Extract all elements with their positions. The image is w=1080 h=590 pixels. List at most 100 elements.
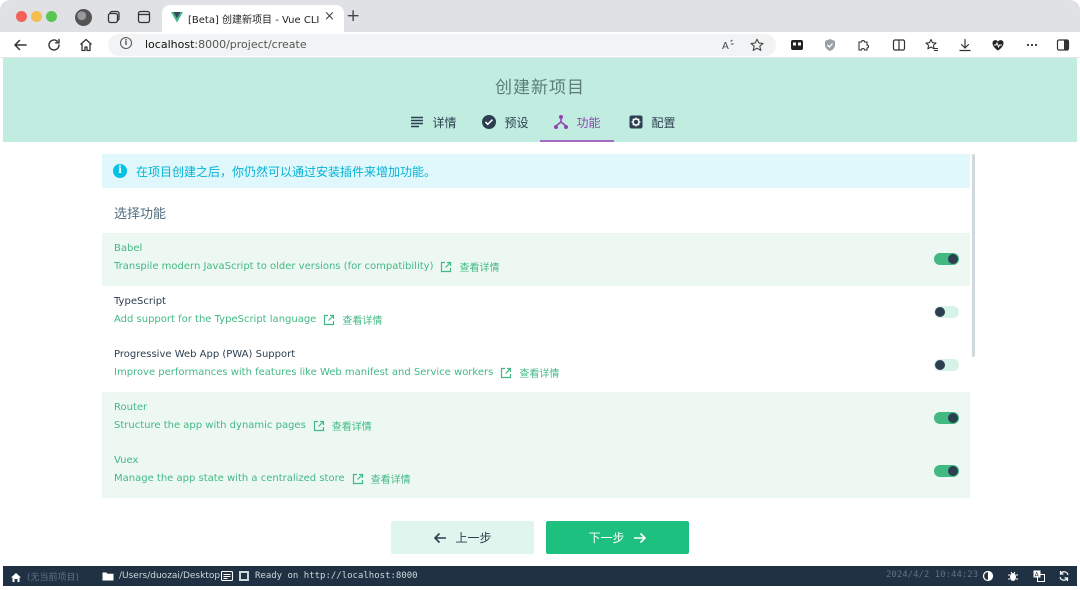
feature-toggle-router[interactable] [934,412,959,424]
previous-step-label: 上一步 [455,531,492,545]
status-folder[interactable]: /Users/duozai/Desktop [102,570,220,582]
extension-app-icon[interactable] [790,38,804,52]
feature-description: Add support for the TypeScript language … [114,312,382,327]
content-scrollbar[interactable] [972,154,975,357]
more-info-link[interactable]: 查看详情 [352,471,411,486]
tab-details-label: 详情 [432,116,457,130]
feature-description-text: Manage the app state with a centralized … [114,473,345,484]
feature-toggle-babel[interactable] [934,253,959,265]
next-step-button[interactable]: 下一步 [546,521,689,554]
tab-features-label: 功能 [576,116,601,130]
previous-step-button[interactable]: 上一步 [391,521,534,554]
more-info-link[interactable]: 查看详情 [323,312,382,327]
more-info-label: 查看详情 [370,475,411,486]
url-text[interactable]: localhost:8000/project/create [145,38,307,51]
feature-router[interactable]: Router Structure the app with dynamic pa… [102,392,970,445]
puzzle-extensions-icon[interactable] [856,38,870,52]
terminal-icon [221,570,233,582]
feature-name: TypeScript [114,296,166,307]
home-icon [11,572,21,582]
tab-config[interactable]: 配置 [624,114,680,142]
browser-tab[interactable]: [Beta] 创建新项目 - Vue CLI × [162,5,344,32]
feature-description-text: Add support for the TypeScript language [114,314,317,325]
dark-mode-icon[interactable] [982,570,994,582]
feature-description: Transpile modern JavaScript to older ver… [114,259,499,274]
more-info-label: 查看详情 [331,422,372,433]
feature-toggle-pwa[interactable] [934,359,959,371]
project-create-header: 创建新项目 详情 预设 功能 配置 [3,58,1077,142]
folder-icon [102,572,114,581]
gear-icon [629,115,643,129]
feature-name: Progressive Web App (PWA) Support [114,349,296,360]
reload-icon[interactable] [46,37,62,53]
site-info-icon[interactable]: i [120,37,132,49]
status-log[interactable]: Ready on http://localhost:8000 [221,570,418,582]
folder-path: /Users/duozai/Desktop [119,571,221,581]
more-options-icon[interactable] [1025,38,1039,52]
collections-icon[interactable] [107,10,121,24]
feature-description-text: Structure the app with dynamic pages [114,420,306,431]
feature-description: Improve performances with features like … [114,365,559,380]
arrow-right-icon [633,532,646,543]
tab-features[interactable]: 功能 [540,114,614,142]
log-message: Ready on http://localhost:8000 [255,571,418,581]
tab-config-label: 配置 [651,116,676,130]
feature-vuex[interactable]: Vuex Manage the app state with a central… [102,445,970,498]
downloads-icon[interactable] [958,38,972,52]
feature-name: Babel [114,243,143,254]
tab-title: [Beta] 创建新项目 - Vue CLI [188,15,320,26]
address-toolbar: i localhost:8000/project/create A [0,32,1080,58]
external-link-icon [324,314,335,325]
refresh-icon[interactable] [1058,570,1070,582]
split-screen-icon[interactable] [892,38,906,52]
feature-name: Vuex [114,455,139,466]
favorite-star-icon[interactable] [750,38,764,52]
bug-report-icon[interactable] [1007,570,1019,582]
list-icon [411,116,424,128]
more-info-link[interactable]: 查看详情 [440,259,499,274]
feature-selection-panel: i 在项目创建之后，你仍然可以通过安装插件来增加功能。 选择功能 Babel T… [102,154,970,500]
minimize-window-button[interactable] [31,11,42,22]
vue-logo-icon [171,12,183,23]
read-aloud-icon[interactable]: A [721,38,735,52]
url-host: localhost [145,38,195,51]
feature-babel[interactable]: Babel Transpile modern JavaScript to old… [102,233,970,286]
feature-toggle-vuex[interactable] [934,465,959,477]
tab-presets-label: 预设 [504,116,529,130]
tab-actions-icon[interactable] [137,10,151,24]
feature-description-text: Transpile modern JavaScript to older ver… [114,261,434,272]
tab-presets[interactable]: 预设 [477,114,533,142]
feature-pwa[interactable]: Progressive Web App (PWA) Support Improv… [102,339,970,392]
new-tab-button[interactable]: + [346,7,360,25]
shield-extension-icon[interactable] [823,38,837,52]
tab-close-button[interactable]: × [324,9,335,24]
section-title: 选择功能 [114,207,167,222]
favorites-icon[interactable] [925,38,939,52]
feature-description: Structure the app with dynamic pages 查看详… [114,418,372,433]
info-banner-text: 在项目创建之后，你仍然可以通过安装插件来增加功能。 [136,165,437,179]
status-current-project[interactable]: (无当前项目) [10,570,79,583]
maximize-window-button[interactable] [46,11,57,22]
more-info-label: 查看详情 [459,263,500,274]
address-bar[interactable]: i localhost:8000/project/create A [108,34,776,56]
arrow-left-icon [434,532,447,543]
feature-toggle-typescript[interactable] [934,306,959,318]
feature-typescript[interactable]: TypeScript Add support for the TypeScrip… [102,286,970,339]
more-info-link[interactable]: 查看详情 [500,365,559,380]
profile-avatar[interactable] [75,9,92,26]
heartbeat-extension-icon[interactable] [991,38,1005,52]
log-type-icon [239,571,249,581]
home-icon[interactable] [78,37,94,53]
tab-details[interactable]: 详情 [405,114,461,142]
close-window-button[interactable] [16,11,27,22]
url-path: :8000/project/create [194,38,307,51]
more-info-link[interactable]: 查看详情 [313,418,372,433]
back-icon[interactable] [12,37,28,53]
more-info-label: 查看详情 [342,316,383,327]
browser-tab-bar: [Beta] 创建新项目 - Vue CLI × + [0,0,1080,32]
feature-description-text: Improve performances with features like … [114,367,494,378]
sidebar-toggle-icon[interactable] [1056,38,1070,52]
fork-icon [554,115,569,129]
external-link-icon [313,420,324,431]
translate-icon[interactable]: A [1033,570,1045,582]
